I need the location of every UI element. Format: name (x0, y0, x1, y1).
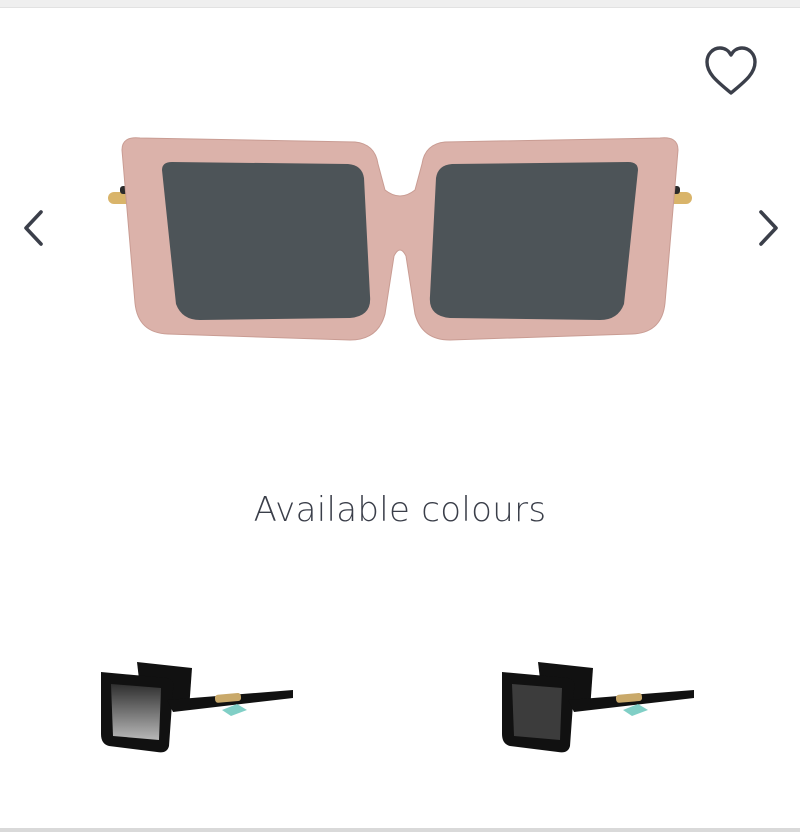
colour-variant-black-grey[interactable] (498, 650, 698, 760)
top-divider (0, 0, 800, 8)
next-image-button[interactable] (748, 200, 788, 256)
available-colours-title: Available colours (253, 490, 547, 530)
bottom-divider (0, 828, 800, 832)
colour-variant-black-gradient[interactable] (97, 650, 297, 760)
variant-thumbnail (502, 662, 694, 753)
product-main-image (100, 128, 700, 358)
variant-thumbnail (101, 662, 293, 753)
heart-icon (705, 46, 757, 95)
chevron-right-icon (759, 210, 778, 246)
previous-image-button[interactable] (14, 200, 54, 256)
chevron-left-icon (24, 210, 43, 246)
wishlist-button[interactable] (700, 44, 762, 100)
